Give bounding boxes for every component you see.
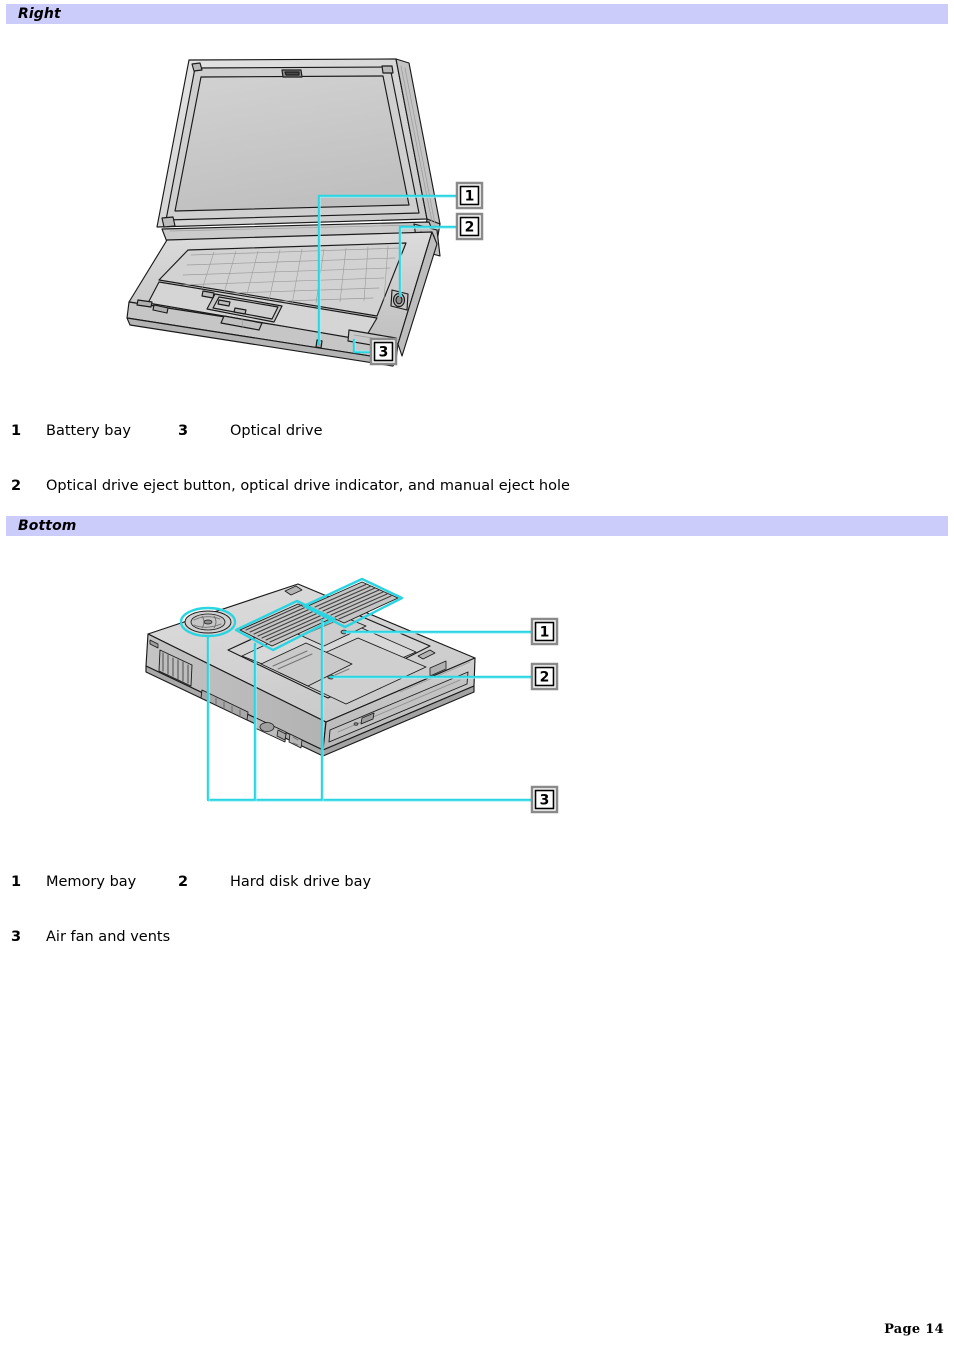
figure-laptop-bottom-view: 1 2 3 — [130, 572, 590, 832]
section-title-bottom: Bottom — [18, 518, 77, 534]
air-fan-detail — [184, 610, 232, 634]
svg-text:3: 3 — [540, 793, 550, 809]
callout-box-2: 2 — [455, 212, 484, 241]
svg-text:2: 2 — [465, 220, 475, 236]
section-title-right: Right — [18, 6, 61, 22]
legend-number: 1 — [11, 423, 22, 439]
laptop-bottom-illustration: 1 2 3 — [145, 577, 559, 814]
legend-row-right-1: 1 Battery bay 3 Optical drive — [0, 420, 954, 442]
legend-row-bottom-2: 3 Air fan and vents — [0, 926, 954, 948]
callout-box-2: 2 — [530, 662, 559, 691]
laptop-right-side-illustration: 1 2 3 — [126, 58, 484, 367]
document-page: Right 1 2 3 1 Battery bay 3 Optical driv… — [0, 0, 954, 1351]
svg-text:1: 1 — [540, 625, 550, 641]
legend-row-right-2: 2 Optical drive eject button, optical dr… — [0, 475, 954, 497]
callout-box-3: 3 — [369, 337, 398, 366]
legend-number: 3 — [11, 929, 22, 945]
legend-number: 2 — [11, 478, 22, 494]
svg-text:3: 3 — [379, 345, 389, 361]
legend-row-bottom-1: 1 Memory bay 2 Hard disk drive bay — [0, 871, 954, 893]
legend-label: Optical drive — [230, 423, 323, 439]
section-header-right: Right — [6, 4, 948, 24]
legend-label: Battery bay — [46, 423, 131, 439]
svg-text:2: 2 — [540, 670, 550, 686]
legend-label: Optical drive eject button, optical driv… — [46, 478, 570, 494]
legend-label: Air fan and vents — [46, 929, 171, 945]
page-number: Page 14 — [884, 1322, 944, 1337]
callout-box-1: 1 — [455, 181, 484, 210]
callout-box-1: 1 — [530, 617, 559, 646]
figure-laptop-right-side-view: 1 2 3 — [96, 44, 516, 394]
section-header-bottom: Bottom — [6, 516, 948, 536]
legend-number: 3 — [178, 423, 189, 439]
callout-box-3: 3 — [530, 785, 559, 814]
svg-text:1: 1 — [465, 189, 475, 205]
legend-number: 1 — [11, 874, 22, 890]
legend-label: Memory bay — [46, 874, 137, 890]
legend-number: 2 — [178, 874, 189, 890]
legend-label: Hard disk drive bay — [230, 874, 372, 890]
